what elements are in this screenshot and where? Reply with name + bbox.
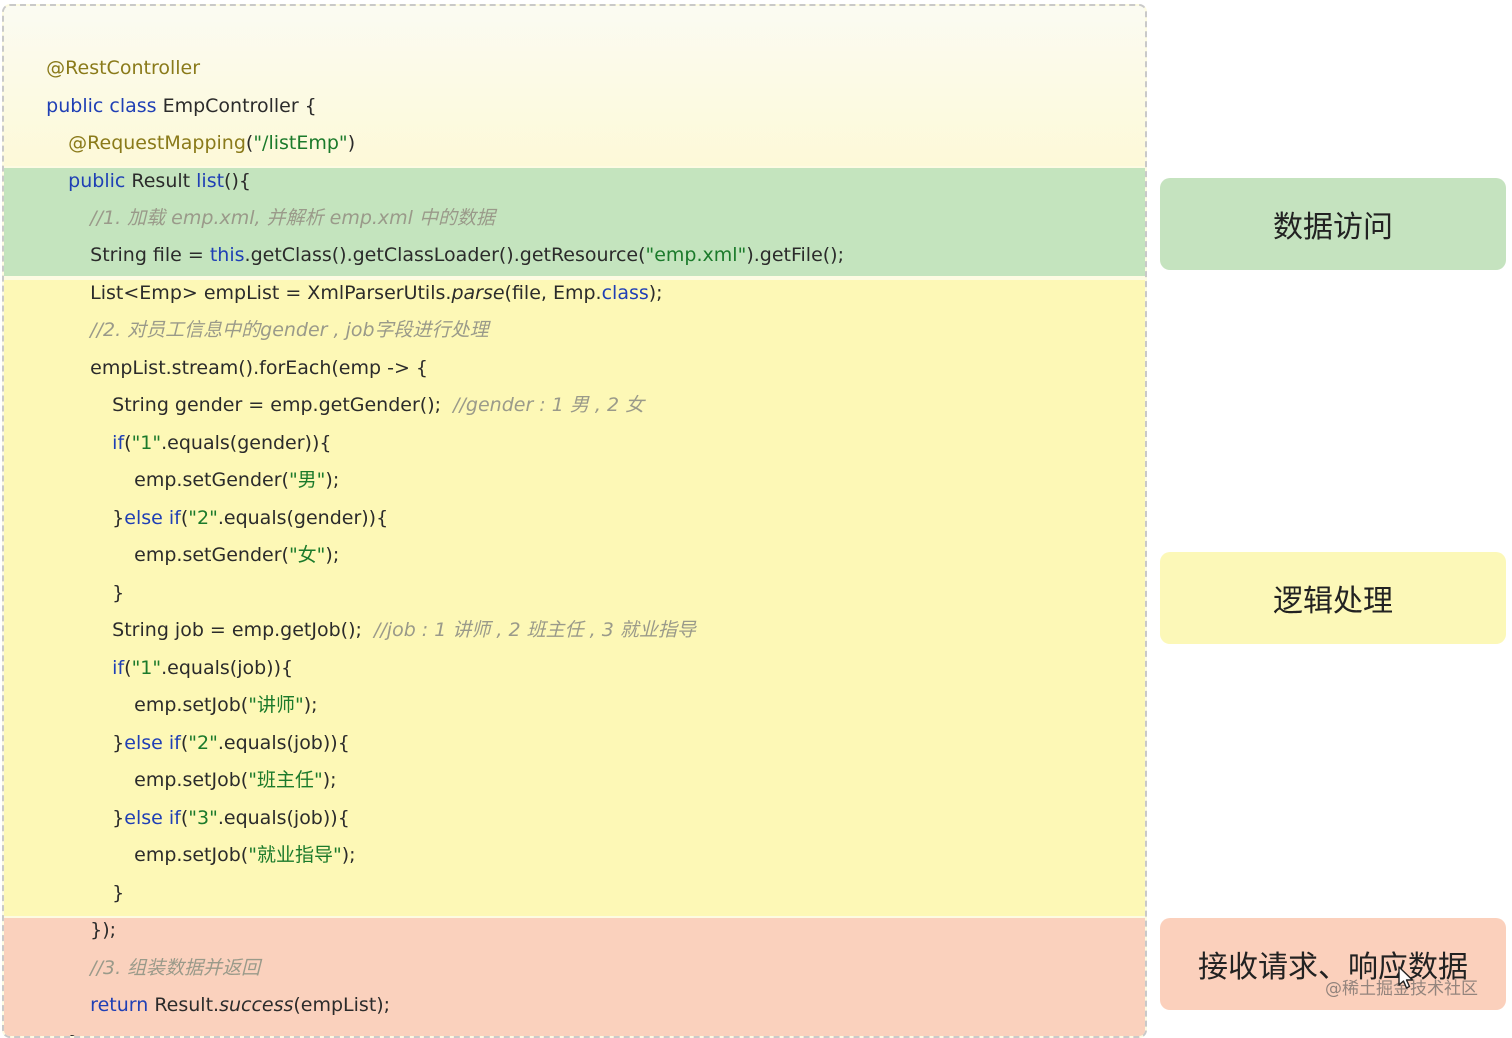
code-line-1: @RestController: [22, 14, 200, 79]
code-text: }: [68, 1032, 80, 1036]
method-name: success: [219, 994, 294, 1016]
code-line-7: List<Emp> empList = XmlParserUtils.parse…: [66, 239, 662, 304]
code-text: );: [341, 844, 356, 866]
code-line-19: }else if("2".equals(job)){: [88, 689, 350, 754]
code-text: ): [347, 132, 356, 154]
code-line-21: }else if("3".equals(job)){: [88, 764, 350, 829]
code-line-25: //3. 组装数据并返回: [66, 914, 260, 979]
code-line-17: if("1".equals(job)){: [88, 614, 293, 679]
keyword: class: [601, 282, 649, 304]
code-line-9: empList.stream().forEach(emp -> {: [66, 314, 428, 379]
code-text: emp.setJob(: [134, 844, 249, 866]
code-text: Result.: [154, 994, 220, 1016]
code-text: );: [325, 544, 340, 566]
code-text: );: [648, 282, 663, 304]
code-line-4: public Result list(){: [44, 127, 251, 192]
data-access-label: 数据访问: [1160, 178, 1506, 270]
code-line-13: }else if("2".equals(gender)){: [88, 464, 388, 529]
code-line-16: String job = emp.getJob(); //job : 1 讲师 …: [88, 576, 696, 641]
code-line-5: //1. 加载 emp.xml, 并解析 emp.xml 中的数据: [66, 164, 495, 229]
code-line-2: public class EmpController {: [22, 52, 317, 117]
code-text: (empList);: [293, 994, 391, 1016]
string-literal: "就业指导": [248, 844, 342, 866]
code-line-24: });: [66, 876, 116, 941]
code-line-3: @RequestMapping("/listEmp"): [44, 89, 355, 154]
code-line-12: emp.setGender("男");: [110, 426, 339, 491]
comment: //job : 1 讲师 , 2 班主任 , 3 就业指导: [373, 619, 696, 641]
code-panel: @RestController public class EmpControll…: [2, 4, 1147, 1038]
comment: //gender : 1 男 , 2 女: [453, 394, 645, 416]
code-line-6: String file = this.getClass().getClassLo…: [66, 201, 844, 266]
string-literal: "女": [288, 544, 326, 566]
code-line-27: }: [44, 989, 80, 1036]
string-literal: "/listEmp": [253, 132, 348, 154]
keyword: return: [90, 994, 155, 1016]
code-line-18: emp.setJob("讲师");: [110, 651, 317, 716]
code-text: (file, Emp.: [504, 282, 602, 304]
code-text: emp.setGender(: [134, 544, 289, 566]
code-line-22: emp.setJob("就业指导");: [110, 801, 355, 866]
mouse-cursor-icon: [1398, 966, 1414, 989]
code-line-11: if("1".equals(gender)){: [88, 389, 331, 454]
code-line-14: emp.setGender("女");: [110, 501, 339, 566]
code-line-26: return Result.success(empList);: [66, 951, 390, 1016]
code-line-20: emp.setJob("班主任");: [110, 726, 336, 791]
code-line-10: String gender = emp.getGender(); //gende…: [88, 351, 644, 416]
code-line-8: //2. 对员工信息中的gender , job字段进行处理: [66, 276, 488, 341]
logic-label: 逻辑处理: [1160, 552, 1506, 644]
code-line-15: }: [88, 539, 124, 604]
code-line-23: }: [88, 839, 124, 904]
code-text: ).getFile();: [746, 244, 844, 266]
